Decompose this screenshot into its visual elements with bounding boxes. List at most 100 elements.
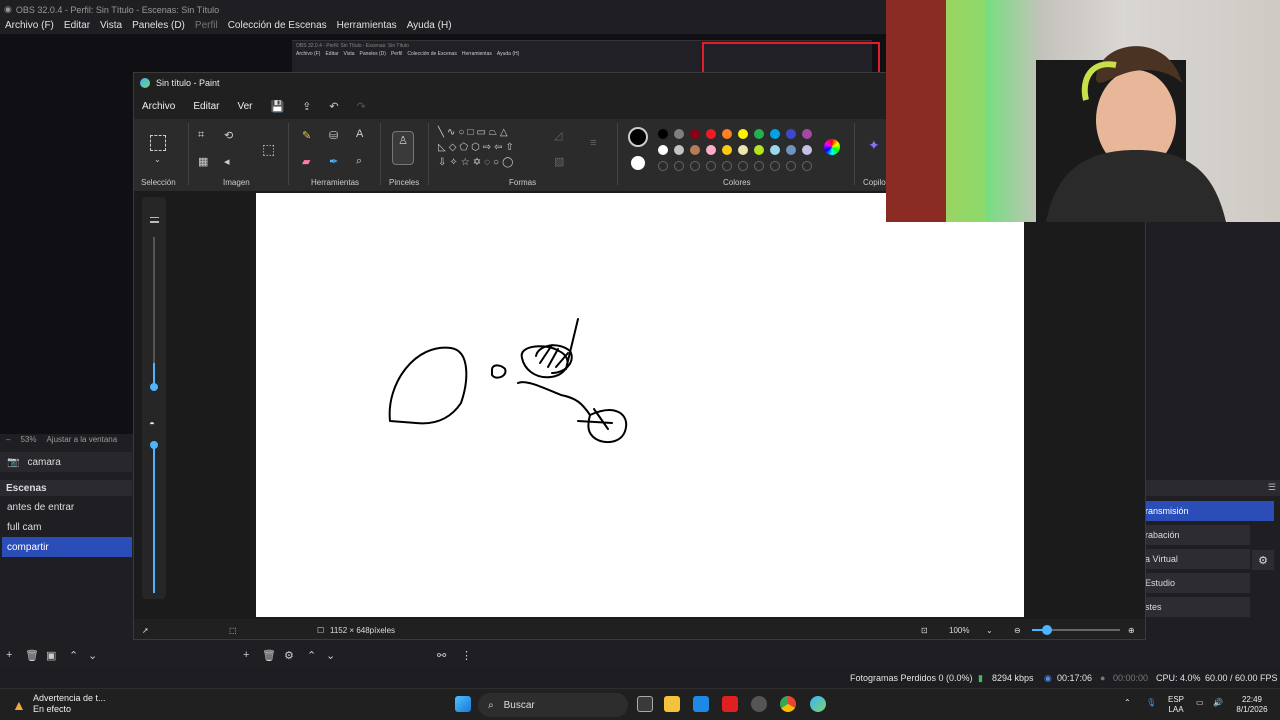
remove-source-icon[interactable]: 🗑 <box>262 649 276 662</box>
custom-color-slot[interactable] <box>690 161 700 171</box>
obs-menu-ayuda[interactable]: Ayuda (H) <box>407 20 452 31</box>
undo-icon[interactable]: ↶ <box>329 100 338 113</box>
custom-color-slot[interactable] <box>802 161 812 171</box>
shape-size-icon[interactable]: ≡ <box>590 137 596 149</box>
custom-color-slot[interactable] <box>770 161 780 171</box>
zoom-out-icon[interactable]: ⊖ <box>1014 626 1021 635</box>
start-recording-button[interactable]: rabación <box>1142 525 1250 545</box>
custom-color-slot[interactable] <box>738 161 748 171</box>
color-swatch[interactable] <box>802 129 812 139</box>
network-icon[interactable]: ▭ <box>1196 698 1204 708</box>
color-swatch[interactable] <box>754 145 764 155</box>
flip-icon[interactable]: ◂ <box>224 155 230 168</box>
drawing-canvas[interactable] <box>256 193 1024 617</box>
color-swatch[interactable] <box>786 129 796 139</box>
custom-color-slot[interactable] <box>754 161 764 171</box>
start-streaming-button[interactable]: ransmisión <box>1142 501 1274 521</box>
zoom-handle[interactable] <box>1042 625 1052 635</box>
color-swatch[interactable] <box>786 145 796 155</box>
scene-item-selected[interactable]: compartir <box>2 537 132 557</box>
add-scene-icon[interactable]: + <box>6 649 12 661</box>
primary-color-swatch[interactable] <box>628 127 648 147</box>
obs-menu-archivo[interactable]: Archivo (F) <box>5 20 54 31</box>
crop-icon[interactable]: ⌗ <box>198 129 204 142</box>
link-icon[interactable]: ⚯ <box>437 649 446 662</box>
magnifier-icon[interactable]: ⌕ <box>356 155 362 168</box>
taskbar-search[interactable]: ⌕ Buscar <box>478 693 628 717</box>
remove-scene-icon[interactable]: 🗑 <box>25 649 39 662</box>
shapes-gallery-icon[interactable]: ╲∿○□▭⏢△ ◺◇⬠⬡⇨⇦⇧ ⇩✧☆✡◌○◯ <box>438 125 548 170</box>
move-up-icon[interactable]: ⌃ <box>69 649 78 662</box>
paint-menu-archivo[interactable]: Archivo <box>142 101 175 112</box>
paint-menu-editar[interactable]: Editar <box>193 101 219 112</box>
chrome-icon[interactable] <box>780 696 796 712</box>
color-swatch[interactable] <box>674 145 684 155</box>
obs-menu-perfil[interactable]: Perfil <box>195 20 218 31</box>
source-settings-icon[interactable]: ⚙ <box>284 649 294 662</box>
source-up-icon[interactable]: ⌃ <box>307 649 316 662</box>
color-swatch[interactable] <box>658 129 668 139</box>
file-explorer-icon[interactable] <box>664 696 680 712</box>
rotate-icon[interactable]: ⟲ <box>224 129 233 142</box>
save-icon[interactable]: 💾 <box>271 100 285 113</box>
resize-icon[interactable]: ▦ <box>198 155 208 168</box>
color-swatch[interactable] <box>770 129 780 139</box>
color-swatch[interactable] <box>738 129 748 139</box>
task-view-icon[interactable] <box>637 696 653 712</box>
fill-shape-icon[interactable]: ▧ <box>554 155 564 168</box>
move-down-icon[interactable]: ⌄ <box>88 649 97 662</box>
eraser-icon[interactable]: ▰ <box>302 155 310 168</box>
pencil-icon[interactable]: ✎ <box>302 129 311 142</box>
paint-menu-ver[interactable]: Ver <box>237 101 252 112</box>
obs-menu-editar[interactable]: Editar <box>64 20 90 31</box>
settings-button[interactable]: stes <box>1142 597 1250 617</box>
color-swatch[interactable] <box>722 129 732 139</box>
custom-color-slot[interactable] <box>706 161 716 171</box>
filter-icon[interactable]: ▣ <box>46 649 56 662</box>
obs-menu-vista[interactable]: Vista <box>100 20 122 31</box>
brush-size-slider[interactable]: ◓ <box>142 197 166 599</box>
language-indicator[interactable]: ESP LAA <box>1168 695 1184 715</box>
obs-zoom-value[interactable]: 53% <box>20 435 36 444</box>
obs-menu-escenas[interactable]: Colección de Escenas <box>228 20 327 31</box>
color-swatch[interactable] <box>738 145 748 155</box>
chevron-up-icon[interactable]: ⌃ <box>1124 698 1131 708</box>
outline-icon[interactable]: ◿ <box>554 129 562 142</box>
clock[interactable]: 22:49 8/1/2026 <box>1234 695 1270 715</box>
color-swatch[interactable] <box>690 145 700 155</box>
menu-icon[interactable]: ☰ <box>1268 482 1276 493</box>
custom-color-slot[interactable] <box>658 161 668 171</box>
color-swatch[interactable] <box>706 129 716 139</box>
store-icon[interactable] <box>693 696 709 712</box>
add-source-icon[interactable]: + <box>243 649 249 661</box>
chevron-down-icon[interactable]: ⌄ <box>986 626 993 635</box>
scene-item[interactable]: full cam <box>2 517 132 537</box>
opacity-handle[interactable] <box>150 441 158 449</box>
secondary-color-swatch[interactable] <box>631 156 645 170</box>
color-swatch[interactable] <box>674 129 684 139</box>
color-swatch[interactable] <box>690 129 700 139</box>
fill-icon[interactable]: ⛁ <box>329 129 338 142</box>
source-item-camara[interactable]: 📷 camara <box>0 452 132 472</box>
source-down-icon[interactable]: ⌄ <box>326 649 335 662</box>
color-swatch[interactable] <box>706 145 716 155</box>
custom-color-slot[interactable] <box>786 161 796 171</box>
chevron-down-icon[interactable]: ⌄ <box>154 155 161 164</box>
obs-menu-herramientas[interactable]: Herramientas <box>337 20 397 31</box>
redo-icon[interactable]: ↷ <box>357 100 366 113</box>
share-icon[interactable]: ⇪ <box>302 100 311 113</box>
color-wheel-icon[interactable] <box>824 139 840 155</box>
obs-fit-label[interactable]: Ajustar a la ventana <box>46 435 117 444</box>
fit-view-icon[interactable]: ⊡ <box>921 626 928 635</box>
size-handle[interactable] <box>150 383 158 391</box>
custom-color-slot[interactable] <box>722 161 732 171</box>
studio-mode-button[interactable]: Estudio <box>1142 573 1250 593</box>
zoom-in-icon[interactable]: ⊕ <box>1128 626 1135 635</box>
color-picker-icon[interactable]: ✒ <box>329 155 338 168</box>
brush-icon[interactable]: ♙ <box>392 131 414 165</box>
virtual-camera-button[interactable]: a Virtual <box>1142 549 1250 569</box>
paint-taskbar-icon[interactable] <box>810 696 826 712</box>
zoom-level[interactable]: 100% <box>949 626 969 635</box>
image-select-icon[interactable]: ⬚ <box>262 141 275 158</box>
microphone-icon[interactable]: 🎙 <box>1146 698 1156 708</box>
